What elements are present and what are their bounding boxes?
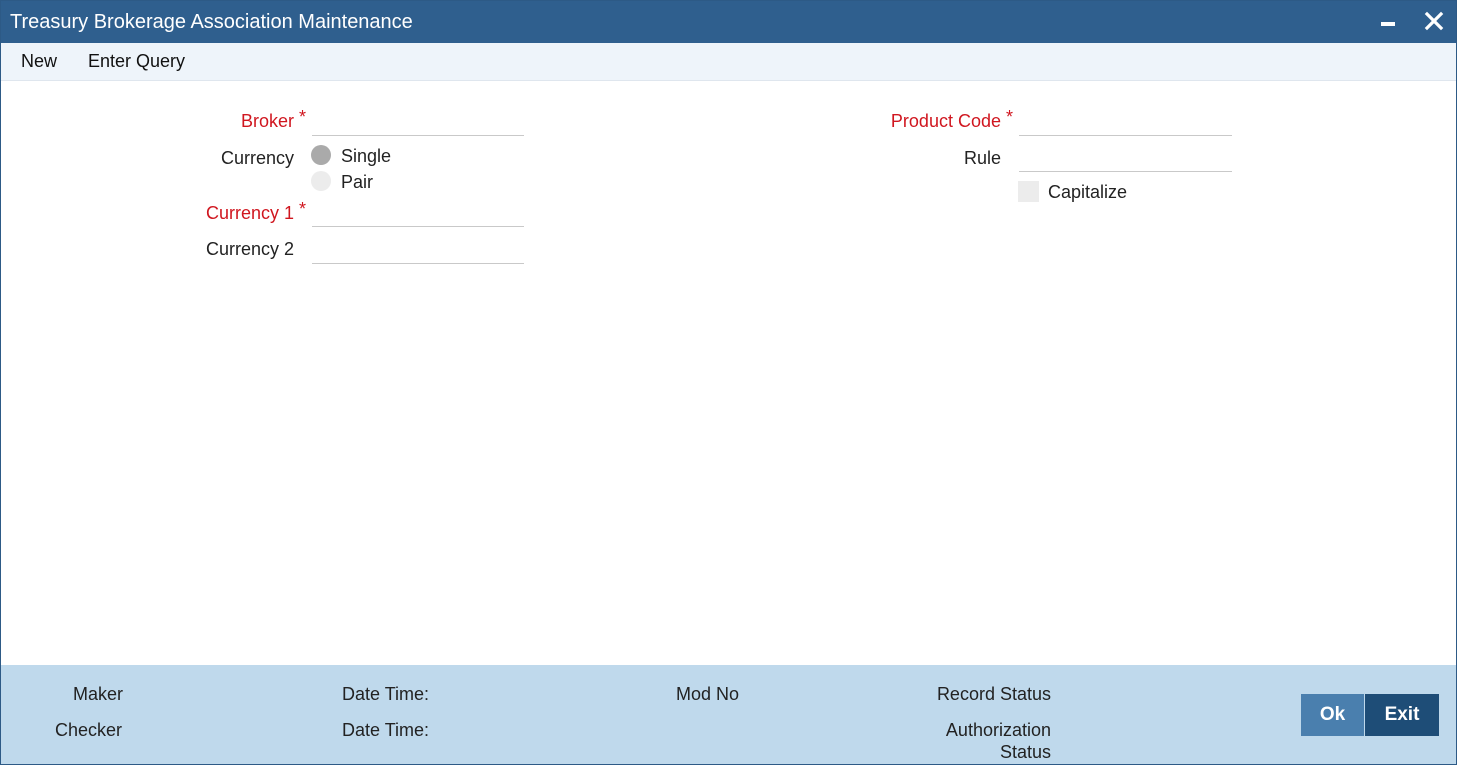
- currency1-required-mark: *: [299, 199, 307, 219]
- broker-input[interactable]: [312, 110, 524, 136]
- product-code-label: Product Code: [890, 111, 1001, 131]
- checker-date-time-label: Date Time:: [342, 720, 430, 740]
- enter-query-button[interactable]: Enter Query: [88, 43, 185, 80]
- record-status-label: Record Status: [936, 684, 1051, 704]
- toolbar: New Enter Query: [1, 43, 1456, 81]
- minimize-icon[interactable]: [1373, 7, 1403, 37]
- product-code-required-mark: *: [1006, 107, 1014, 127]
- maker-label: Maker: [73, 684, 124, 704]
- currency-pair-label: Pair: [341, 172, 374, 192]
- mod-no-label: Mod No: [676, 684, 740, 704]
- authorization-status-label-line2: Status: [999, 742, 1051, 762]
- close-icon[interactable]: [1419, 7, 1449, 37]
- rule-input[interactable]: [1019, 146, 1232, 172]
- rule-label: Rule: [963, 148, 1001, 168]
- capitalize-checkbox[interactable]: [1018, 181, 1039, 202]
- window-title: Treasury Brokerage Association Maintenan…: [10, 11, 413, 33]
- currency-single-radio[interactable]: [311, 145, 331, 165]
- product-code-input[interactable]: [1019, 110, 1232, 136]
- currency1-input[interactable]: [312, 201, 524, 227]
- capitalize-label: Capitalize: [1048, 182, 1128, 202]
- currency-pair-radio[interactable]: [311, 171, 331, 191]
- currency-single-label: Single: [341, 146, 392, 166]
- exit-button[interactable]: Exit: [1365, 694, 1439, 736]
- ok-button[interactable]: Ok: [1301, 694, 1364, 736]
- currency2-label: Currency 2: [205, 239, 294, 259]
- authorization-status-label-line1: Authorization: [945, 720, 1051, 740]
- title-bar: Treasury Brokerage Association Maintenan…: [1, 1, 1456, 43]
- currency1-label: Currency 1: [205, 203, 294, 223]
- audit-footer: [1, 665, 1456, 764]
- broker-label: Broker: [240, 111, 294, 131]
- currency2-input[interactable]: [312, 238, 524, 264]
- broker-required-mark: *: [299, 107, 307, 127]
- dialog-window: Treasury Brokerage Association Maintenan…: [0, 0, 1457, 765]
- currency-label: Currency: [220, 148, 294, 168]
- new-button[interactable]: New: [21, 43, 57, 80]
- maker-date-time-label: Date Time:: [342, 684, 430, 704]
- checker-label: Checker: [55, 720, 123, 740]
